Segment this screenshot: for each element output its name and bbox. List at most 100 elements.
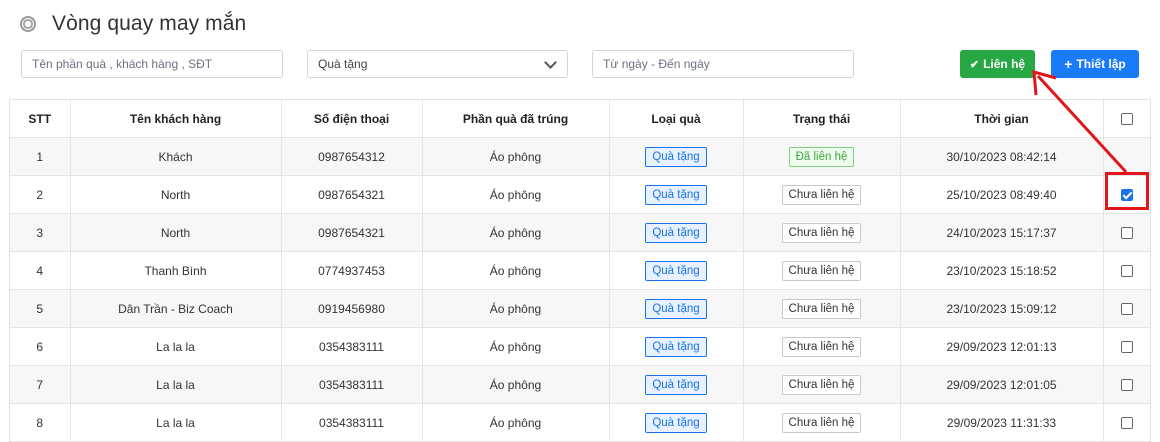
cell-customer-name: La la la bbox=[70, 365, 282, 404]
cell-phone: 0354383111 bbox=[281, 327, 423, 366]
cell-stt: 5 bbox=[10, 289, 71, 328]
cell-select bbox=[1103, 137, 1150, 176]
status-badge: Chưa liên hệ bbox=[781, 260, 862, 281]
column-header-status: Trạng thái bbox=[743, 100, 901, 138]
select-all-cell bbox=[1103, 100, 1150, 138]
table-row: 6 La la la 0354383111 Áo phông Quà tặng … bbox=[10, 327, 1150, 366]
gift-type-badge: Quà tặng bbox=[645, 184, 707, 205]
setup-button[interactable]: + Thiết lập bbox=[1051, 50, 1139, 78]
cell-status: Chưa liên hệ bbox=[743, 365, 901, 404]
status-badge: Chưa liên hệ bbox=[781, 374, 862, 395]
table-row: 5 Dân Trần - Biz Coach 0919456980 Áo phô… bbox=[10, 289, 1150, 328]
date-range-input[interactable] bbox=[592, 50, 854, 78]
cell-time: 23/10/2023 15:09:12 bbox=[900, 289, 1104, 328]
cell-phone: 0987654312 bbox=[281, 137, 423, 176]
table-row: 3 North 0987654321 Áo phông Quà tặng Chư… bbox=[10, 213, 1150, 252]
check-icon: ✔ bbox=[969, 58, 980, 71]
cell-customer-name: North bbox=[70, 213, 282, 252]
cell-prize: Áo phông bbox=[422, 403, 610, 442]
cell-time: 23/10/2023 15:18:52 bbox=[900, 251, 1104, 290]
row-checkbox[interactable] bbox=[1120, 341, 1133, 354]
cell-gift-type: Quà tặng bbox=[609, 403, 744, 442]
gift-type-selected-value: Quà tặng bbox=[318, 57, 368, 71]
cell-gift-type: Quà tặng bbox=[609, 365, 744, 404]
page-header: Vòng quay may mắn bbox=[20, 12, 246, 36]
cell-gift-type: Quà tặng bbox=[609, 327, 744, 366]
wheel-icon bbox=[20, 16, 36, 32]
row-checkbox[interactable] bbox=[1120, 379, 1133, 392]
cell-customer-name: North bbox=[70, 175, 282, 214]
cell-time: 29/09/2023 12:01:13 bbox=[900, 327, 1104, 366]
column-header-phone: Số điện thoại bbox=[281, 100, 423, 138]
cell-prize: Áo phông bbox=[422, 175, 610, 214]
cell-stt: 8 bbox=[10, 403, 71, 442]
cell-prize: Áo phông bbox=[422, 365, 610, 404]
plus-icon: + bbox=[1064, 56, 1073, 72]
cell-customer-name: La la la bbox=[70, 327, 282, 366]
status-badge: Chưa liên hệ bbox=[781, 298, 862, 319]
cell-select bbox=[1103, 213, 1150, 252]
cell-prize: Áo phông bbox=[422, 289, 610, 328]
row-checkbox[interactable] bbox=[1120, 227, 1133, 240]
contact-button-label: Liên hệ bbox=[983, 57, 1026, 71]
status-badge: Đã liên hệ bbox=[788, 146, 855, 167]
cell-gift-type: Quà tặng bbox=[609, 213, 744, 252]
cell-time: 29/09/2023 12:01:05 bbox=[900, 365, 1104, 404]
cell-gift-type: Quà tặng bbox=[609, 137, 744, 176]
cell-time: 30/10/2023 08:42:14 bbox=[900, 137, 1104, 176]
cell-status: Chưa liên hệ bbox=[743, 327, 901, 366]
table-row: 1 Khách 0987654312 Áo phông Quà tặng Đã … bbox=[10, 137, 1150, 176]
cell-prize: Áo phông bbox=[422, 251, 610, 290]
cell-stt: 7 bbox=[10, 365, 71, 404]
cell-stt: 6 bbox=[10, 327, 71, 366]
gift-type-select[interactable]: Quà tặng bbox=[307, 50, 568, 78]
cell-select bbox=[1103, 251, 1150, 290]
column-header-gift-type: Loại quà bbox=[609, 100, 744, 138]
row-checkbox[interactable] bbox=[1120, 303, 1133, 316]
page-title: Vòng quay may mắn bbox=[52, 12, 247, 35]
cell-stt: 4 bbox=[10, 251, 71, 290]
cell-select bbox=[1103, 327, 1150, 366]
table-header-row: STT Tên khách hàng Số điện thoại Phần qu… bbox=[10, 100, 1150, 138]
status-badge: Chưa liên hệ bbox=[781, 222, 862, 243]
cell-prize: Áo phông bbox=[422, 213, 610, 252]
cell-status: Chưa liên hệ bbox=[743, 213, 901, 252]
cell-status: Chưa liên hệ bbox=[743, 251, 901, 290]
cell-time: 25/10/2023 08:49:40 bbox=[900, 175, 1104, 214]
cell-stt: 1 bbox=[10, 137, 71, 176]
gift-type-badge: Quà tặng bbox=[645, 260, 707, 281]
cell-select bbox=[1103, 365, 1150, 404]
column-header-prize: Phần quà đã trúng bbox=[422, 100, 610, 138]
row-checkbox[interactable] bbox=[1120, 265, 1133, 278]
chevron-down-icon bbox=[544, 55, 557, 69]
column-header-customer: Tên khách hàng bbox=[70, 100, 282, 138]
cell-status: Chưa liên hệ bbox=[743, 289, 901, 328]
gift-type-badge: Quà tặng bbox=[645, 374, 707, 395]
select-all-checkbox[interactable] bbox=[1120, 113, 1133, 126]
row-checkbox[interactable] bbox=[1120, 417, 1133, 430]
history-table: STT Tên khách hàng Số điện thoại Phần qu… bbox=[9, 99, 1151, 442]
table-row: 2 North 0987654321 Áo phông Quà tặng Chư… bbox=[10, 175, 1150, 214]
cell-phone: 0987654321 bbox=[281, 213, 423, 252]
cell-gift-type: Quà tặng bbox=[609, 175, 744, 214]
status-badge: Chưa liên hệ bbox=[781, 184, 862, 205]
column-header-time: Thời gian bbox=[900, 100, 1104, 138]
status-badge: Chưa liên hệ bbox=[781, 336, 862, 357]
cell-status: Chưa liên hệ bbox=[743, 403, 901, 442]
cell-customer-name: Khách bbox=[70, 137, 282, 176]
cell-status: Chưa liên hệ bbox=[743, 175, 901, 214]
cell-prize: Áo phông bbox=[422, 327, 610, 366]
contact-button[interactable]: ✔ Liên hệ bbox=[960, 50, 1035, 78]
setup-button-label: Thiết lập bbox=[1076, 57, 1126, 71]
gift-type-badge: Quà tặng bbox=[645, 222, 707, 243]
column-header-stt: STT bbox=[10, 100, 71, 138]
cell-prize: Áo phông bbox=[422, 137, 610, 176]
cell-select bbox=[1103, 289, 1150, 328]
cell-stt: 2 bbox=[10, 175, 71, 214]
cell-time: 24/10/2023 15:17:37 bbox=[900, 213, 1104, 252]
cell-gift-type: Quà tặng bbox=[609, 251, 744, 290]
status-badge: Chưa liên hệ bbox=[781, 412, 862, 433]
search-input[interactable] bbox=[21, 50, 283, 78]
cell-phone: 0354383111 bbox=[281, 365, 423, 404]
cell-phone: 0354383111 bbox=[281, 403, 423, 442]
